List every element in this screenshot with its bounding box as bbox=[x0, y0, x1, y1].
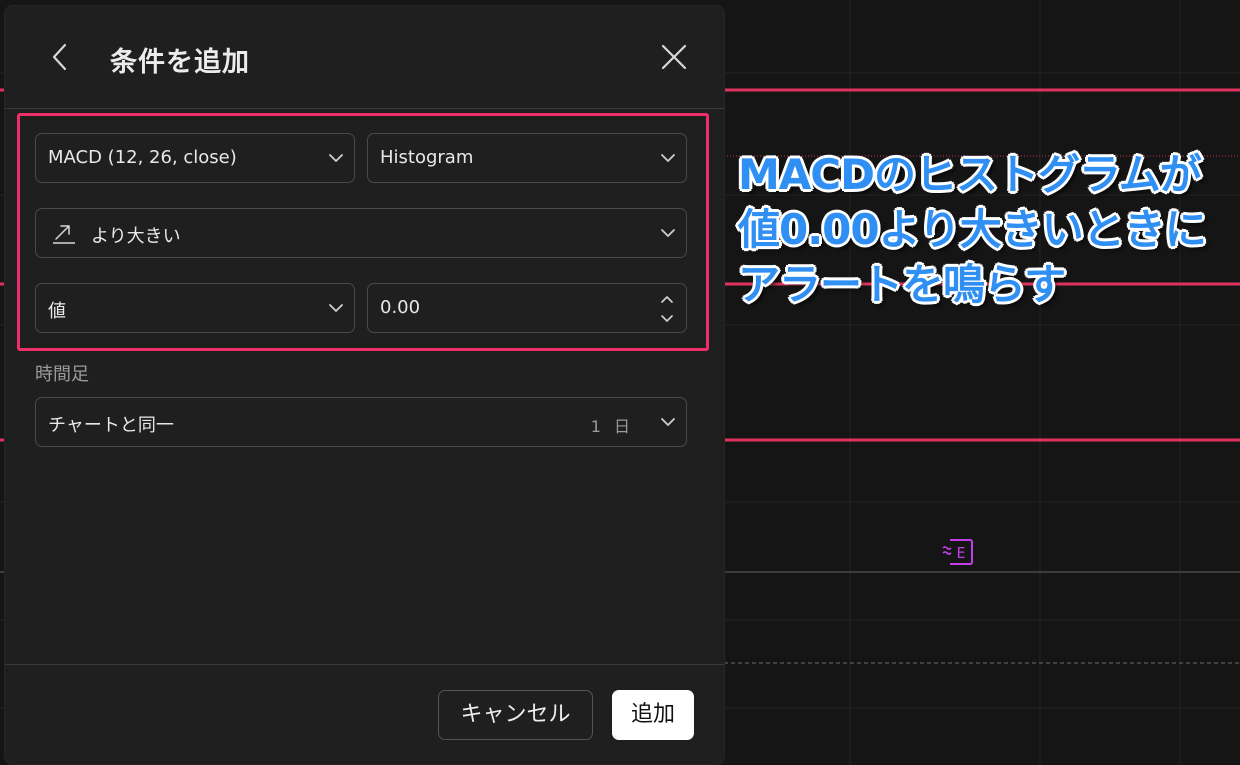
timeframe-interval: 1 日 bbox=[590, 417, 634, 436]
chevron-down-icon bbox=[329, 154, 343, 162]
annotation-line: 値0.00より大きいときに bbox=[738, 205, 1207, 254]
operator-select[interactable]: より大きい bbox=[35, 208, 687, 258]
earnings-icon[interactable]: E bbox=[942, 538, 973, 566]
annotation-line: MACDのヒストグラムが bbox=[738, 150, 1202, 199]
plot-select[interactable]: Histogram bbox=[367, 133, 687, 183]
annotation-callout: MACDのヒストグラムが 値0.00より大きいときに アラートを鳴らす bbox=[738, 147, 1208, 312]
chevron-down-icon bbox=[661, 418, 675, 426]
value-input[interactable]: 0.00 bbox=[367, 283, 687, 333]
dialog-header: 条件を追加 bbox=[5, 6, 724, 109]
footer-divider bbox=[5, 664, 724, 665]
operator-select-value: より大きい bbox=[91, 226, 181, 247]
timeframe-select[interactable]: チャートと同一 1 日 bbox=[35, 397, 687, 447]
timeframe-select-value: チャートと同一 bbox=[48, 415, 174, 436]
value-input-value: 0.00 bbox=[380, 297, 421, 318]
cancel-button[interactable]: キャンセル bbox=[438, 690, 593, 740]
close-icon[interactable] bbox=[657, 40, 691, 74]
decrement-button[interactable] bbox=[658, 309, 676, 328]
chevron-down-icon bbox=[661, 154, 675, 162]
add-button[interactable]: 追加 bbox=[612, 690, 694, 740]
annotation-line: アラートを鳴らす bbox=[738, 260, 1066, 309]
screen: E 条件を追加 MACD (12, 26, close) Histogram よ… bbox=[0, 0, 1240, 765]
increment-button[interactable] bbox=[658, 290, 676, 309]
indicator-select-value: MACD (12, 26, close) bbox=[48, 147, 237, 168]
value-source-select-value: 値 bbox=[48, 301, 66, 322]
plot-select-value: Histogram bbox=[380, 147, 474, 168]
value-source-select[interactable]: 値 bbox=[35, 283, 355, 333]
chevron-down-icon bbox=[329, 304, 343, 312]
chevron-left-icon[interactable] bbox=[43, 40, 77, 74]
trend-up-icon bbox=[53, 225, 75, 244]
indicator-select[interactable]: MACD (12, 26, close) bbox=[35, 133, 355, 183]
earnings-badge-label: E bbox=[956, 544, 965, 562]
add-condition-dialog: 条件を追加 MACD (12, 26, close) Histogram より大… bbox=[5, 6, 724, 764]
dialog-title: 条件を追加 bbox=[110, 47, 250, 78]
timeframe-label: 時間足 bbox=[35, 364, 89, 385]
chevron-down-icon bbox=[661, 229, 675, 237]
stepper-icon bbox=[658, 290, 676, 328]
